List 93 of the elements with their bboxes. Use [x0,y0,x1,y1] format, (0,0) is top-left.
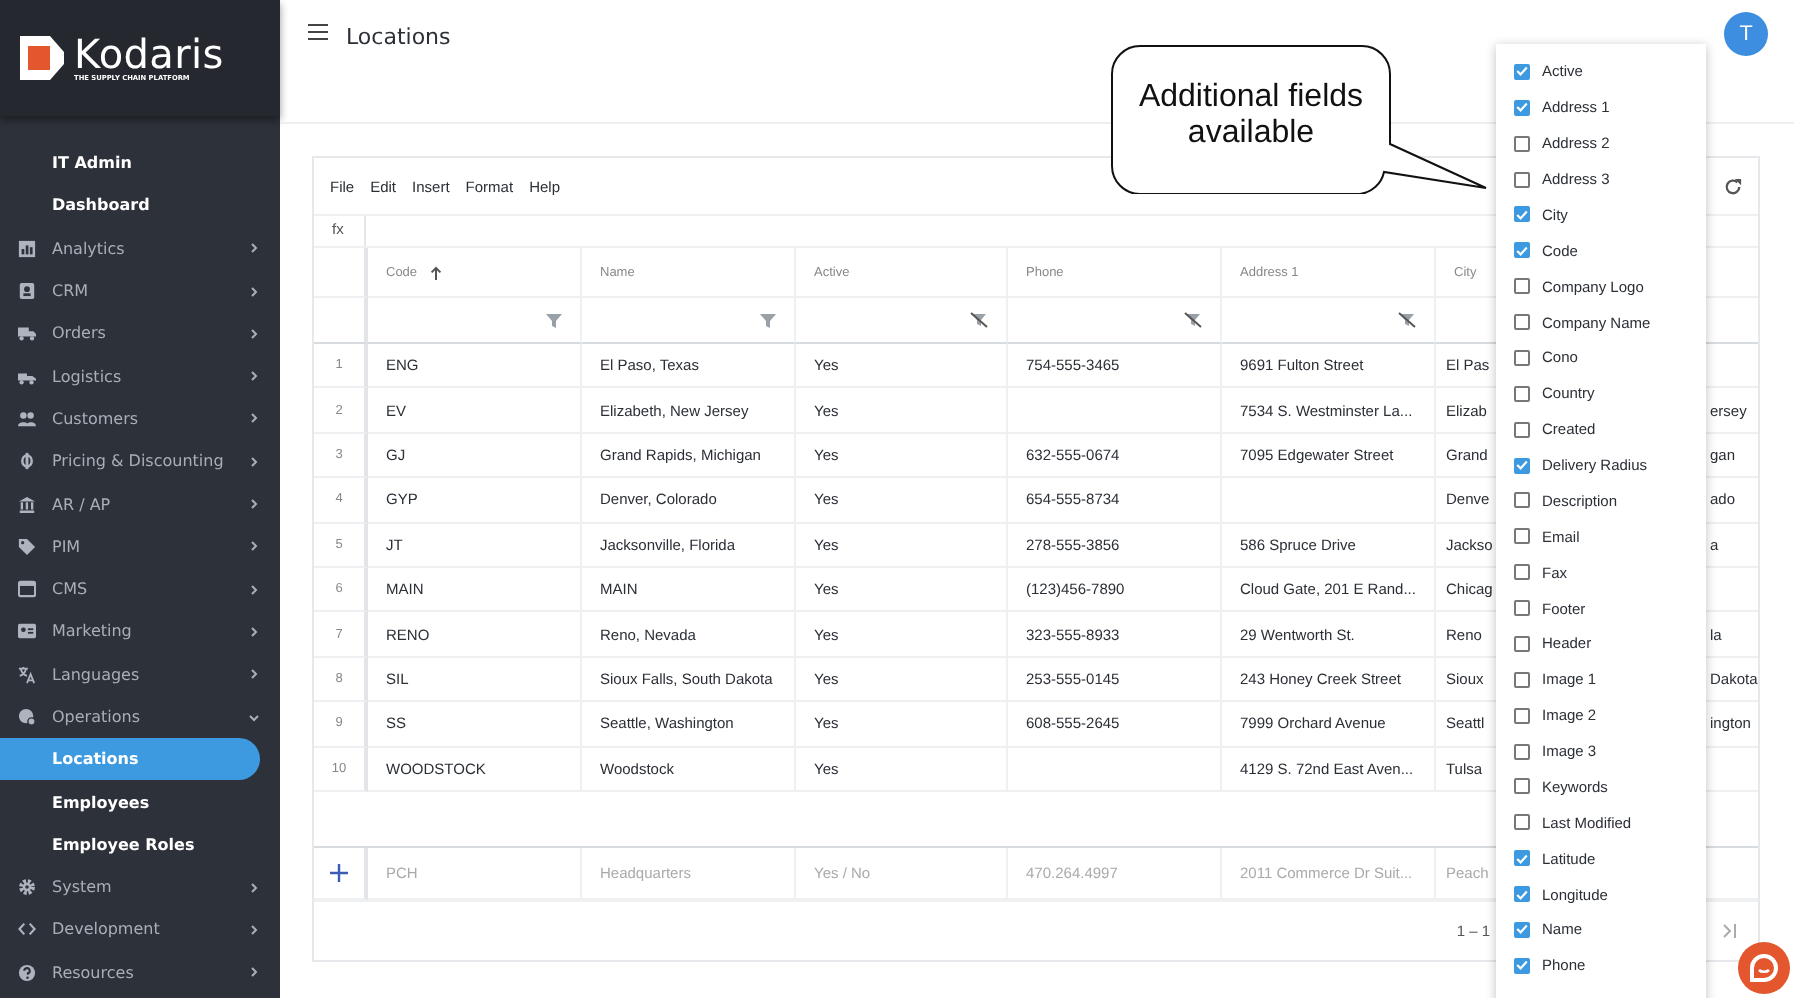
sidebar-item[interactable]: Operations [0,695,280,739]
checkbox[interactable] [1514,814,1530,831]
sidebar-label: System [52,878,114,897]
filter-off-icon[interactable] [1398,312,1416,328]
sidebar-item[interactable]: System [0,866,280,909]
refresh-icon[interactable] [1724,177,1742,195]
checkbox[interactable] [1514,635,1530,652]
filter-cell[interactable] [368,298,582,344]
sidebar-link[interactable]: Employee Roles [0,823,260,867]
sidebar-label: Resources [52,963,136,982]
sidebar-label: Orders [52,324,108,343]
checkbox[interactable] [1514,600,1530,617]
checkbox[interactable] [1514,886,1530,903]
checkbox[interactable] [1514,135,1530,152]
people-icon [18,409,36,428]
checkbox[interactable] [1514,242,1530,259]
checkbox[interactable] [1514,564,1530,581]
checkbox[interactable] [1514,63,1530,80]
filter-icon[interactable] [760,313,776,327]
callout-text: Additional fields available [1136,80,1366,152]
checkbox[interactable] [1514,671,1530,688]
sidebar-item[interactable]: PIM [0,525,280,568]
chat-icon[interactable] [1738,942,1790,994]
gear-icon [18,878,36,897]
checkbox[interactable] [1514,99,1530,116]
checkbox[interactable] [1514,743,1530,760]
sort-arrow-icon[interactable] [429,265,442,279]
sidebar-item[interactable]: Languages [0,653,280,696]
truck-icon [18,367,36,386]
page-title: Locations [346,24,453,50]
add-row-icon[interactable] [330,863,348,882]
checkbox[interactable] [1514,314,1530,331]
window-icon [18,580,36,599]
help-icon [18,963,36,982]
filter-icon[interactable] [546,313,562,327]
translate-icon [18,665,36,684]
sidebar-label: Pricing & Discounting [52,452,226,471]
sidebar-label: CRM [52,282,91,301]
contact-card-icon [18,282,36,301]
checkbox[interactable] [1514,349,1530,366]
tag-icon [18,537,36,556]
sidebar-label: PIM [52,537,83,556]
sidebar-label: CMS [52,580,90,599]
checkbox[interactable] [1514,457,1530,474]
sidebar-item[interactable]: Development [0,908,280,952]
truck-icon [18,324,36,343]
sidebar-item[interactable]: CRM [0,269,280,313]
sidebar-label: Operations [52,708,142,726]
sidebar-label: Analytics [52,239,127,258]
sidebar-label: Logistics [52,367,124,386]
filter-cell[interactable] [1008,298,1222,344]
sidebar-item[interactable]: Marketing [0,610,280,654]
sidebar-label: Development [52,920,162,939]
logo-text: Kodaris [74,34,224,74]
checkbox[interactable] [1514,921,1530,938]
checkbox[interactable] [1514,850,1530,867]
checkbox[interactable] [1514,171,1530,188]
checkbox[interactable] [1514,206,1530,223]
sidebar-label: Marketing [52,622,134,641]
id-card-icon [18,622,36,641]
sidebar-label: Customers [52,409,141,428]
filter-off-icon[interactable] [1184,312,1202,328]
sidebar-item[interactable]: Analytics [0,227,280,270]
filter-cell[interactable] [796,298,1008,344]
sidebar-label: Languages [52,665,142,684]
checkbox[interactable] [1514,778,1530,795]
sidebar-item[interactable]: CMS [0,567,280,611]
menu-icon[interactable] [308,24,328,40]
filter-cell[interactable] [582,298,796,344]
sidebar-item[interactable]: AR / AP [0,482,280,526]
checkbox[interactable] [1514,528,1530,545]
filter-off-icon[interactable] [970,312,988,328]
checkbox[interactable] [1514,385,1530,402]
sidebar-link[interactable]: IT Admin [0,142,260,185]
sidebar-item[interactable]: Resources [0,951,280,994]
logo-icon [20,36,64,80]
sidebar-label: AR / AP [52,495,113,514]
code-icon [18,920,36,939]
checkbox[interactable] [1514,957,1530,974]
bar-chart-icon [18,239,36,258]
sidebar-item[interactable]: Customers [0,397,280,441]
bank-icon [18,495,36,514]
sidebar-item[interactable]: Pricing & Discounting [0,440,280,483]
sidebar-item[interactable]: Logistics [0,354,280,398]
checkbox[interactable] [1514,278,1530,295]
sidebar-item[interactable]: Orders [0,312,280,355]
sidebar-link[interactable]: Dashboard [0,184,260,228]
last-page-icon[interactable] [1722,923,1738,938]
checkbox[interactable] [1514,492,1530,509]
checkbox[interactable] [1514,421,1530,438]
filter-cell[interactable] [1222,298,1436,344]
sidebar-link[interactable]: Employees [0,780,260,824]
checkbox[interactable] [1514,707,1530,724]
